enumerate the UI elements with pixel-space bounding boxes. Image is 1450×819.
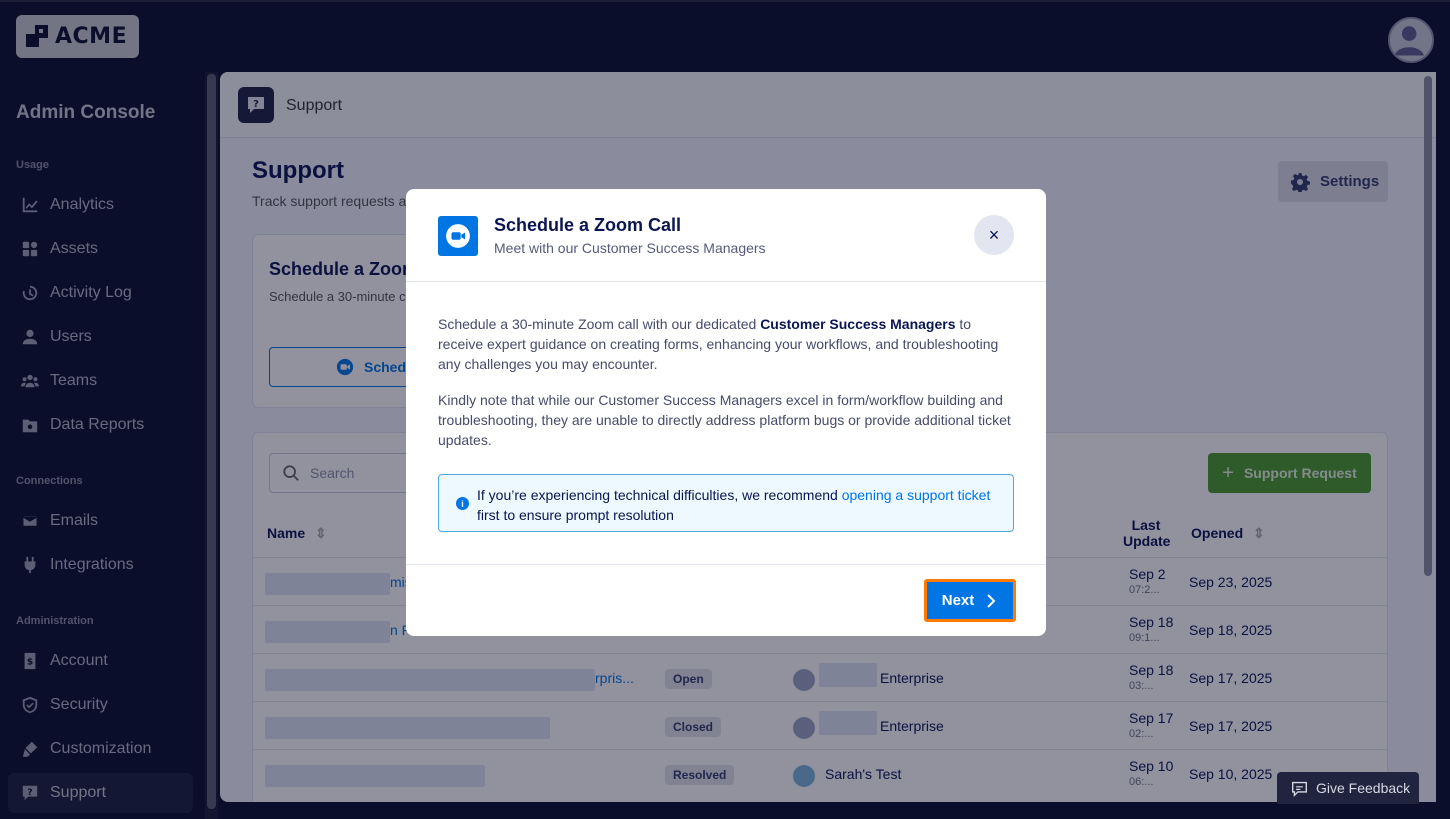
- give-feedback-button[interactable]: Give Feedback: [1277, 772, 1419, 804]
- zoom-call-modal: Schedule a Zoom Call Meet with our Custo…: [406, 189, 1046, 636]
- close-icon: ×: [988, 224, 1000, 245]
- modal-paragraph-2: Kindly note that while our Customer Succ…: [438, 392, 1011, 448]
- chevron-right-icon: [987, 593, 996, 608]
- info-text: If you’re experiencing technical difficu…: [477, 487, 842, 503]
- feedback-icon: [1292, 781, 1307, 797]
- p1-text: Schedule a 30-minute Zoom call with our …: [438, 316, 761, 332]
- feedback-label: Give Feedback: [1316, 780, 1411, 796]
- p1-bold-text: Customer Success Managers: [760, 316, 956, 332]
- modal-footer: Next: [406, 564, 1046, 636]
- modal-paragraph-1: Schedule a 30-minute Zoom call with our …: [438, 314, 1018, 374]
- next-button[interactable]: Next: [924, 579, 1016, 622]
- support-ticket-link[interactable]: opening a support ticket: [842, 487, 991, 503]
- modal-subtitle: Meet with our Customer Success Managers: [494, 240, 766, 256]
- info-notice: i If you’re experiencing technical diffi…: [438, 474, 1014, 532]
- info-text-end: first to ensure prompt resolution: [477, 507, 674, 523]
- modal-body: Schedule a 30-minute Zoom call with our …: [438, 314, 1018, 466]
- next-label: Next: [941, 592, 975, 609]
- video-camera-icon: [438, 216, 478, 256]
- modal-header: Schedule a Zoom Call Meet with our Custo…: [406, 189, 1046, 282]
- modal-title: Schedule a Zoom Call: [494, 215, 682, 235]
- close-button[interactable]: ×: [974, 215, 1014, 255]
- info-icon: i: [456, 497, 469, 510]
